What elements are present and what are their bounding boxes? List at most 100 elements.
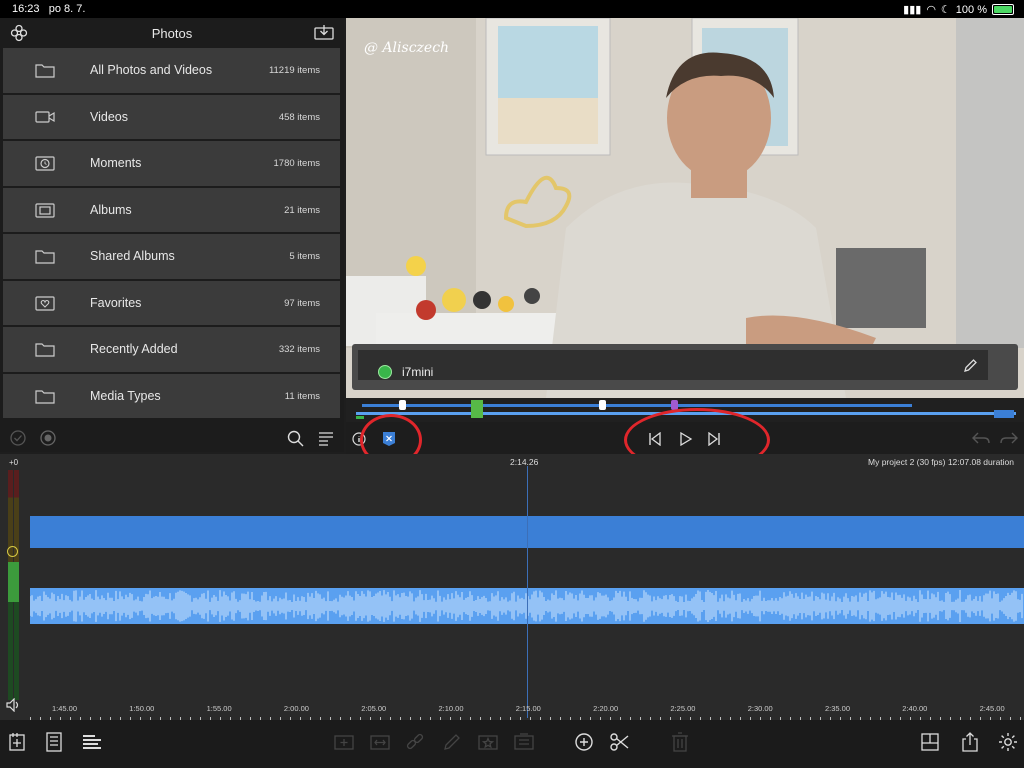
audio-gain-label: +0 <box>9 458 19 467</box>
layout-icon[interactable] <box>918 730 942 754</box>
library-row[interactable]: Videos 458 items <box>3 94 340 139</box>
edit-pencil-icon[interactable] <box>962 358 978 374</box>
import-icon[interactable] <box>314 24 334 40</box>
watermark-logo: @ Alisczech <box>364 40 450 56</box>
library-row-count: 5 items <box>289 251 320 262</box>
playhead-line[interactable] <box>527 466 528 718</box>
audio-level-meter[interactable] <box>7 470 20 700</box>
undo-icon[interactable] <box>972 431 990 445</box>
ruler-tick-label: 2:25.00 <box>670 704 696 713</box>
playhead-timecode: 2:14.26 <box>510 457 539 467</box>
library-footer <box>0 422 344 452</box>
settings-gear-icon[interactable] <box>996 730 1020 754</box>
redo-icon[interactable] <box>1000 431 1018 445</box>
overview-video-lane <box>362 404 912 407</box>
trash-icon[interactable] <box>668 730 692 754</box>
library-row[interactable]: Media Types 11 items <box>3 373 340 418</box>
clip-notes-icon[interactable] <box>512 730 536 754</box>
signal-icon: ▮▮▮ <box>903 4 922 16</box>
check-circle-icon[interactable] <box>10 430 26 446</box>
ruler-tick-label: 2:10.00 <box>438 704 464 713</box>
library-header: Photos <box>0 18 344 48</box>
link-icon[interactable] <box>403 730 427 754</box>
wifi-icon: ◠ <box>926 4 936 16</box>
clip-name: i7mini <box>402 365 434 379</box>
moon-icon: ☾ <box>940 4 951 16</box>
status-bar: 16:23 po 8. 7. ▮▮▮ ◠ ☾ 100 % <box>0 0 1024 18</box>
library-row[interactable]: Albums 21 items <box>3 187 340 232</box>
ruler-tick-label: 2:00.00 <box>283 704 309 713</box>
video-preview[interactable]: @ Alisczech <box>346 18 1024 398</box>
search-icon[interactable] <box>287 430 305 448</box>
clip-name-field[interactable]: i7mini <box>358 350 988 380</box>
folder-icon <box>35 250 55 264</box>
library-row[interactable]: All Photos and Videos 11219 items <box>3 48 340 93</box>
status-time: 16:23 <box>12 3 40 15</box>
library-row-count: 21 items <box>284 204 320 216</box>
battery-text: 100 % <box>955 3 987 16</box>
timeline-view-icon[interactable] <box>80 730 104 754</box>
library-row-count: 11219 items <box>268 65 320 76</box>
heart-icon <box>35 295 55 311</box>
ruler-tick-label: 2:20.00 <box>593 704 619 713</box>
speaker-icon[interactable] <box>6 698 22 712</box>
ruler-tick-label: 1:55.00 <box>206 704 232 713</box>
status-indicators: ▮▮▮ ◠ ☾ 100 % <box>903 3 1014 16</box>
library-list: All Photos and Videos 11219 items Videos 45… <box>3 48 340 420</box>
library-row-label: Videos <box>90 109 128 124</box>
library-row[interactable]: Recently Added 332 items <box>3 327 340 372</box>
ruler-tick-label: 1:45.00 <box>52 704 78 713</box>
add-track-icon[interactable] <box>332 730 356 754</box>
pencil-icon[interactable] <box>440 730 464 754</box>
battery-icon <box>992 4 1014 15</box>
video-camera-icon <box>35 110 55 123</box>
project-list-icon[interactable] <box>42 730 66 754</box>
marker-white-1[interactable] <box>399 400 406 410</box>
library-row-label: Moments <box>90 156 142 170</box>
ruler-tick-label: 2:35.00 <box>825 704 851 713</box>
add-circle-icon[interactable] <box>572 730 596 754</box>
marker-white-2[interactable] <box>599 400 606 410</box>
library-row-count: 1780 items <box>273 158 320 169</box>
status-date: po 8. 7. <box>48 3 86 15</box>
timeline-area[interactable]: +0 2:14.26 My project 2 (30 fps) 12:07.0… <box>0 454 1024 720</box>
library-row-label: Shared Albums <box>90 249 175 263</box>
overview-end-block <box>994 410 1014 418</box>
clip-color-dot[interactable] <box>378 365 392 379</box>
folder-icon <box>35 64 55 78</box>
library-row[interactable]: Moments 1780 items <box>3 141 340 186</box>
share-icon[interactable] <box>958 730 982 754</box>
library-row-count: 97 items <box>284 297 320 309</box>
ruler-tick-label: 2:30.00 <box>747 704 773 713</box>
albums-icon <box>35 202 55 218</box>
status-time-date: 16:23 po 8. 7. <box>12 3 85 15</box>
sort-list-icon[interactable] <box>318 430 334 446</box>
gain-knob[interactable] <box>7 546 18 557</box>
project-info: My project 2 (30 fps) 12:07.08 duration <box>868 457 1014 467</box>
new-project-icon[interactable] <box>6 730 30 754</box>
library-row[interactable]: Shared Albums 5 items <box>3 234 340 279</box>
ruler-tick-label: 2:05.00 <box>361 704 387 713</box>
favorite-clip-icon[interactable] <box>476 730 500 754</box>
ruler-tick-label: 2:45.00 <box>979 704 1005 713</box>
library-row[interactable]: Favorites 97 items <box>3 280 340 325</box>
bottom-toolbar <box>0 720 1024 768</box>
meter-level <box>8 562 19 602</box>
photo-library-panel: Photos All Photos and Videos 11219 items V… <box>0 18 344 452</box>
time-ruler[interactable]: 1:45.00 1:50.00 1:55.00 2:00.00 2:05.00 2:10.… <box>30 702 1024 720</box>
library-row-count: 11 items <box>284 390 320 402</box>
library-row-label: Media Types <box>90 388 161 403</box>
select-circle-icon[interactable] <box>40 430 56 446</box>
library-row-label: All Photos and Videos <box>90 63 213 77</box>
ruler-tick-label: 1:50.00 <box>129 704 155 713</box>
library-row-count: 332 items <box>278 344 320 355</box>
library-row-count: 458 items <box>278 111 320 123</box>
ruler-tick-label: 2:40.00 <box>902 704 928 713</box>
library-title: Photos <box>151 26 193 41</box>
marker-green[interactable] <box>471 400 483 418</box>
split-clip-icon[interactable] <box>368 730 392 754</box>
moments-icon <box>35 156 55 171</box>
scissors-icon[interactable] <box>608 730 632 754</box>
library-row-label: Favorites <box>90 295 142 310</box>
ruler-tick-label: 2:15.00 <box>515 704 541 713</box>
